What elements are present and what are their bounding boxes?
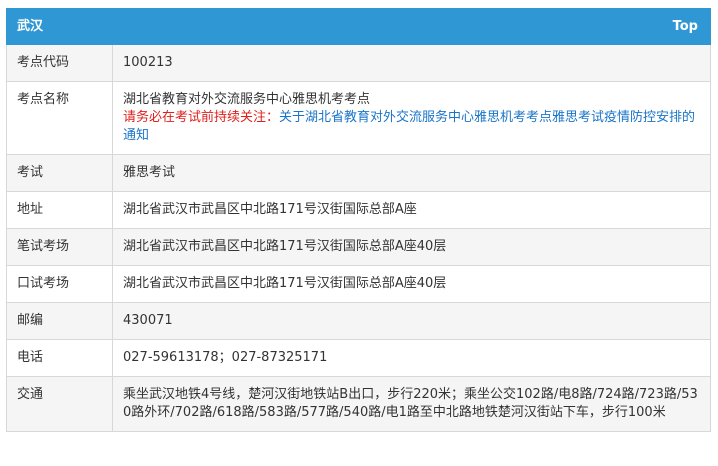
code-label: 考点代码 bbox=[6, 44, 113, 82]
row-oral: 口试考场 湖北省武汉市武昌区中北路171号汉街国际总部A座40层 bbox=[6, 265, 711, 303]
address-value: 湖北省武汉市武昌区中北路171号汉街国际总部A座 bbox=[112, 191, 711, 229]
transport-value: 乘坐武汉地铁4号线，楚河汉街地铁站B出口，步行220米；乘坐公交102路/电8路… bbox=[112, 376, 711, 432]
address-label: 地址 bbox=[6, 191, 113, 229]
row-address: 地址 湖北省武汉市武昌区中北路171号汉街国际总部A座 bbox=[6, 191, 711, 229]
row-postcode: 邮编 430071 bbox=[6, 302, 711, 340]
oral-label: 口试考场 bbox=[6, 265, 113, 303]
row-exam: 考试 雅思考试 bbox=[6, 154, 711, 192]
phone-label: 电话 bbox=[6, 339, 113, 377]
row-phone: 电话 027-59613178；027-87325171 bbox=[6, 339, 711, 377]
test-center-table: 武汉 Top 考点代码 100213 考点名称 湖北省教育对外交流服务中心雅思机… bbox=[6, 8, 711, 432]
row-transport: 交通 乘坐武汉地铁4号线，楚河汉街地铁站B出口，步行220米；乘坐公交102路/… bbox=[6, 376, 711, 432]
exam-label: 考试 bbox=[6, 154, 113, 192]
top-cell: Top bbox=[112, 8, 711, 45]
name-label: 考点名称 bbox=[6, 81, 113, 155]
name-cell: 湖北省教育对外交流服务中心雅思机考考点 请务必在考试前持续关注：关于湖北省教育对… bbox=[112, 81, 711, 155]
phone-value: 027-59613178；027-87325171 bbox=[112, 339, 711, 377]
top-link[interactable]: Top bbox=[673, 19, 698, 34]
city-title: 武汉 bbox=[6, 8, 113, 45]
written-value: 湖北省武汉市武昌区中北路171号汉街国际总部A座40层 bbox=[112, 228, 711, 266]
test-center-panel: 武汉 Top 考点代码 100213 考点名称 湖北省教育对外交流服务中心雅思机… bbox=[6, 8, 711, 432]
table-header-row: 武汉 Top bbox=[6, 8, 711, 45]
name-notice: 请务必在考试前持续关注：关于湖北省教育对外交流服务中心雅思机考考点雅思考试疫情防… bbox=[123, 109, 700, 145]
row-name: 考点名称 湖北省教育对外交流服务中心雅思机考考点 请务必在考试前持续关注：关于湖… bbox=[6, 81, 711, 155]
row-written: 笔试考场 湖北省武汉市武昌区中北路171号汉街国际总部A座40层 bbox=[6, 228, 711, 266]
postcode-label: 邮编 bbox=[6, 302, 113, 340]
code-value: 100213 bbox=[112, 44, 711, 82]
postcode-value: 430071 bbox=[112, 302, 711, 340]
written-label: 笔试考场 bbox=[6, 228, 113, 266]
row-code: 考点代码 100213 bbox=[6, 44, 711, 82]
transport-label: 交通 bbox=[6, 376, 113, 432]
oral-value: 湖北省武汉市武昌区中北路171号汉街国际总部A座40层 bbox=[112, 265, 711, 303]
exam-value: 雅思考试 bbox=[112, 154, 711, 192]
name-value: 湖北省教育对外交流服务中心雅思机考考点 bbox=[123, 92, 371, 107]
warning-text: 请务必在考试前持续关注： bbox=[123, 110, 280, 125]
